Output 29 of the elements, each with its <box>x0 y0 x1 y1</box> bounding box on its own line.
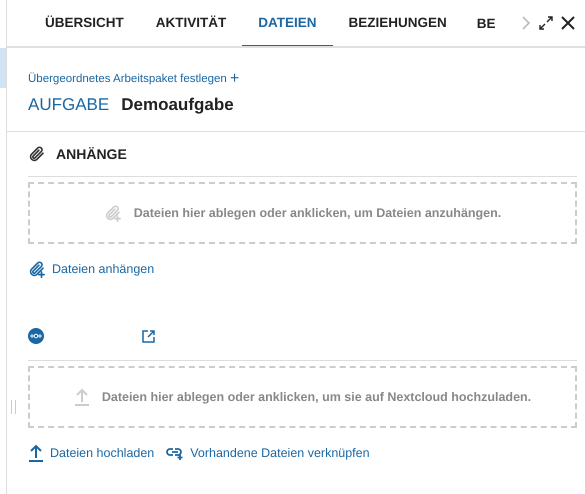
paperclip-plus-icon <box>104 204 122 222</box>
resize-handle[interactable] <box>11 400 16 414</box>
sidebar-marker <box>0 48 6 88</box>
link-files-link[interactable]: Vorhandene Dateien verknüpfen <box>166 444 370 462</box>
tab[interactable]: ÜBERSICHT <box>29 0 140 46</box>
drop-zone[interactable]: Dateien hier ablegen oder anklicken, um sie auf Nextcloud hochzuladen. <box>28 366 577 428</box>
link-plus-icon <box>166 446 184 460</box>
parent-link[interactable]: Übergeordnetes Arbeitspaket festlegen <box>28 73 227 85</box>
cloud-logo-icon <box>28 328 44 344</box>
section-title: ANHÄNGE <box>56 146 127 162</box>
attach-files-link[interactable]: Dateien anhängen <box>28 260 154 278</box>
tab[interactable]: DATEIEN <box>242 0 333 46</box>
subject-title[interactable]: Demoaufgabe <box>121 95 234 115</box>
upload-icon <box>28 444 44 462</box>
upload-files-link[interactable]: Dateien hochladen <box>28 444 154 462</box>
tab[interactable]: BE <box>462 0 496 46</box>
upload-icon <box>74 388 90 406</box>
tab[interactable]: BEZIEHUNGEN <box>332 0 463 46</box>
expand-icon[interactable] <box>539 16 553 30</box>
drop-zone-text: Dateien hier ablegen oder anklicken, um Dateien anzuhängen. <box>134 206 502 220</box>
tab[interactable]: AKTIVITÄT <box>140 0 242 46</box>
paperclip-icon <box>28 145 46 163</box>
close-icon[interactable] <box>561 16 575 30</box>
type-label[interactable]: AUFGABE <box>28 95 110 115</box>
external-link-icon[interactable] <box>142 330 155 342</box>
paperclip-plus-icon <box>28 260 46 278</box>
drop-zone-text: Dateien hier ablegen oder anklicken, um sie auf Nextcloud hochzuladen. <box>102 390 532 404</box>
drop-zone[interactable]: Dateien hier ablegen oder anklicken, um Dateien anzuhängen. <box>28 182 577 244</box>
add-icon[interactable]: + <box>230 71 240 87</box>
